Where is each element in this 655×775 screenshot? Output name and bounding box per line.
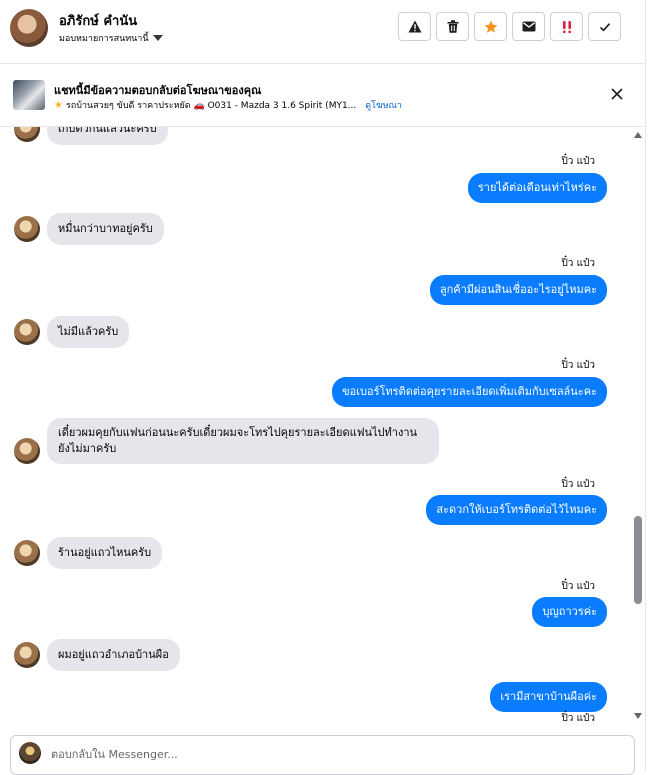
incoming-bubble[interactable]: หมื่นกว่าบาทอยู่ครับ <box>47 213 164 245</box>
ad-name: รถบ้านสวยๆ ขับดี ราคาประหยัด 🚗 O031 - Ma… <box>65 101 357 111</box>
contact-avatar[interactable] <box>10 9 48 47</box>
outgoing-bubble[interactable]: รายได้ต่อเดือนเท่าไหร่คะ <box>467 173 607 203</box>
mark-done-button[interactable] <box>588 12 621 41</box>
contact-name[interactable]: อภิรักษ์ คำนัน <box>59 10 137 31</box>
star-icon <box>484 20 497 33</box>
star-badge-icon: ★ <box>54 99 63 111</box>
delete-button[interactable] <box>436 12 469 41</box>
sender-avatar <box>14 642 40 668</box>
scroll-up-icon[interactable] <box>634 132 642 138</box>
scrollbar-thumb[interactable] <box>634 516 642 604</box>
assign-label: มอบหมายการสนทนานี้ <box>59 34 149 44</box>
incoming-bubble[interactable]: เก็บตัวกันแล้วนะครับ <box>47 127 168 145</box>
seen-receipt: ปิ๋ว แป๋ว <box>561 581 595 592</box>
incoming-message: ผมอยู่แถวอำเภอบ้านผือ <box>14 639 180 671</box>
sender-avatar <box>14 216 40 242</box>
sender-avatar <box>14 127 40 142</box>
mark-spam-button[interactable] <box>550 12 583 41</box>
incoming-message: ร้านอยู่แถวไหนครับ <box>14 537 163 569</box>
assign-dropdown[interactable]: มอบหมายการสนทนานี้ <box>59 31 163 45</box>
sender-avatar <box>14 540 40 566</box>
scroll-down-icon[interactable] <box>634 713 642 719</box>
close-icon[interactable] <box>609 86 625 102</box>
incoming-message: เก็บตัวกันแล้วนะครับ <box>14 127 168 145</box>
incoming-bubble[interactable]: เดี๋ยวผมคุยกับแฟนก่อนนะครับเดี๋ยวผมจะโทร… <box>47 418 439 464</box>
caret-down-icon <box>152 35 163 41</box>
incoming-message: หมื่นกว่าบาทอยู่ครับ <box>14 213 164 245</box>
message-thread[interactable]: เก็บตัวกันแล้วนะครับ ปิ๋ว แป๋ว รายได้ต่อ… <box>0 127 645 727</box>
ad-reply-banner: แชทนี้มีข้อความตอบกลับต่อโฆษณาของคุณ ★ ร… <box>0 64 645 127</box>
incoming-bubble[interactable]: ผมอยู่แถวอำเภอบ้านผือ <box>47 639 180 671</box>
incoming-message: ไม่มีแล้วครับ <box>14 316 130 348</box>
action-toolbar <box>398 12 621 41</box>
envelope-icon <box>522 21 535 32</box>
warning-icon <box>408 20 421 33</box>
scrollbar-track[interactable] <box>645 127 655 727</box>
seen-receipt: ปิ๋ว แป๋ว <box>561 713 595 724</box>
conversation-header: อภิรักษ์ คำนัน มอบหมายการสนทนานี้ <box>0 0 655 63</box>
page-avatar <box>19 742 41 764</box>
spam-icon <box>562 20 571 33</box>
sender-avatar <box>14 319 40 345</box>
reply-composer <box>10 735 635 775</box>
mark-unread-button[interactable] <box>512 12 545 41</box>
banner-subtitle-row: ★ รถบ้านสวยๆ ขับดี ราคาประหยัด 🚗 O031 - … <box>54 98 402 112</box>
banner-title: แชทนี้มีข้อความตอบกลับต่อโฆษณาของคุณ <box>54 84 262 97</box>
outgoing-bubble[interactable]: เรามีสาขาบ้านผือค่ะ <box>490 682 607 712</box>
sender-avatar <box>14 438 40 464</box>
incoming-bubble[interactable]: ร้านอยู่แถวไหนครับ <box>47 537 163 569</box>
outgoing-bubble[interactable]: ขอเบอร์โทรติดต่อคุยรายละเอียดเพิ่มเติมกั… <box>332 377 607 407</box>
outgoing-bubble[interactable]: บุญถาวรค่ะ <box>532 597 607 627</box>
outgoing-bubble[interactable]: ลูกค้ามีผ่อนสินเชื่ออะไรอยู่ไหมคะ <box>429 275 607 305</box>
incoming-message: เดี๋ยวผมคุยกับแฟนก่อนนะครับเดี๋ยวผมจะโทร… <box>14 418 439 464</box>
seen-receipt: ปิ๋ว แป๋ว <box>561 258 595 269</box>
seen-receipt: ปิ๋ว แป๋ว <box>561 479 595 490</box>
outgoing-bubble[interactable]: สะดวกให้เบอร์โทรติดต่อไว้ไหมคะ <box>426 495 607 525</box>
star-button[interactable] <box>474 12 507 41</box>
check-icon <box>599 22 610 31</box>
view-ad-link[interactable]: ดูโฆษณา <box>365 98 402 112</box>
panel-edge <box>645 0 646 771</box>
report-button[interactable] <box>398 12 431 41</box>
seen-receipt: ปิ๋ว แป๋ว <box>561 156 595 167</box>
trash-icon <box>447 20 458 33</box>
reply-input[interactable] <box>49 742 613 766</box>
incoming-bubble[interactable]: ไม่มีแล้วครับ <box>47 316 130 348</box>
ad-thumbnail[interactable] <box>13 80 45 110</box>
seen-receipt: ปิ๋ว แป๋ว <box>561 360 595 371</box>
